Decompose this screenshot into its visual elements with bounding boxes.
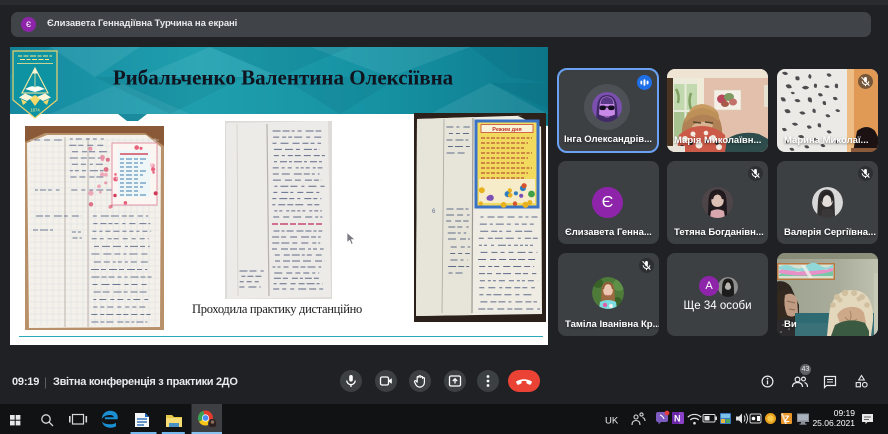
svg-text:1874: 1874 xyxy=(30,108,40,113)
svg-text:Режим дня: Режим дня xyxy=(492,127,521,133)
svg-text:Рибальченко Валентина Олексіїв: Рибальченко Валентина Олексіївна xyxy=(113,66,454,90)
svg-text:Z: Z xyxy=(784,414,790,424)
svg-text:UK: UK xyxy=(605,416,619,427)
svg-text:N: N xyxy=(674,414,681,424)
